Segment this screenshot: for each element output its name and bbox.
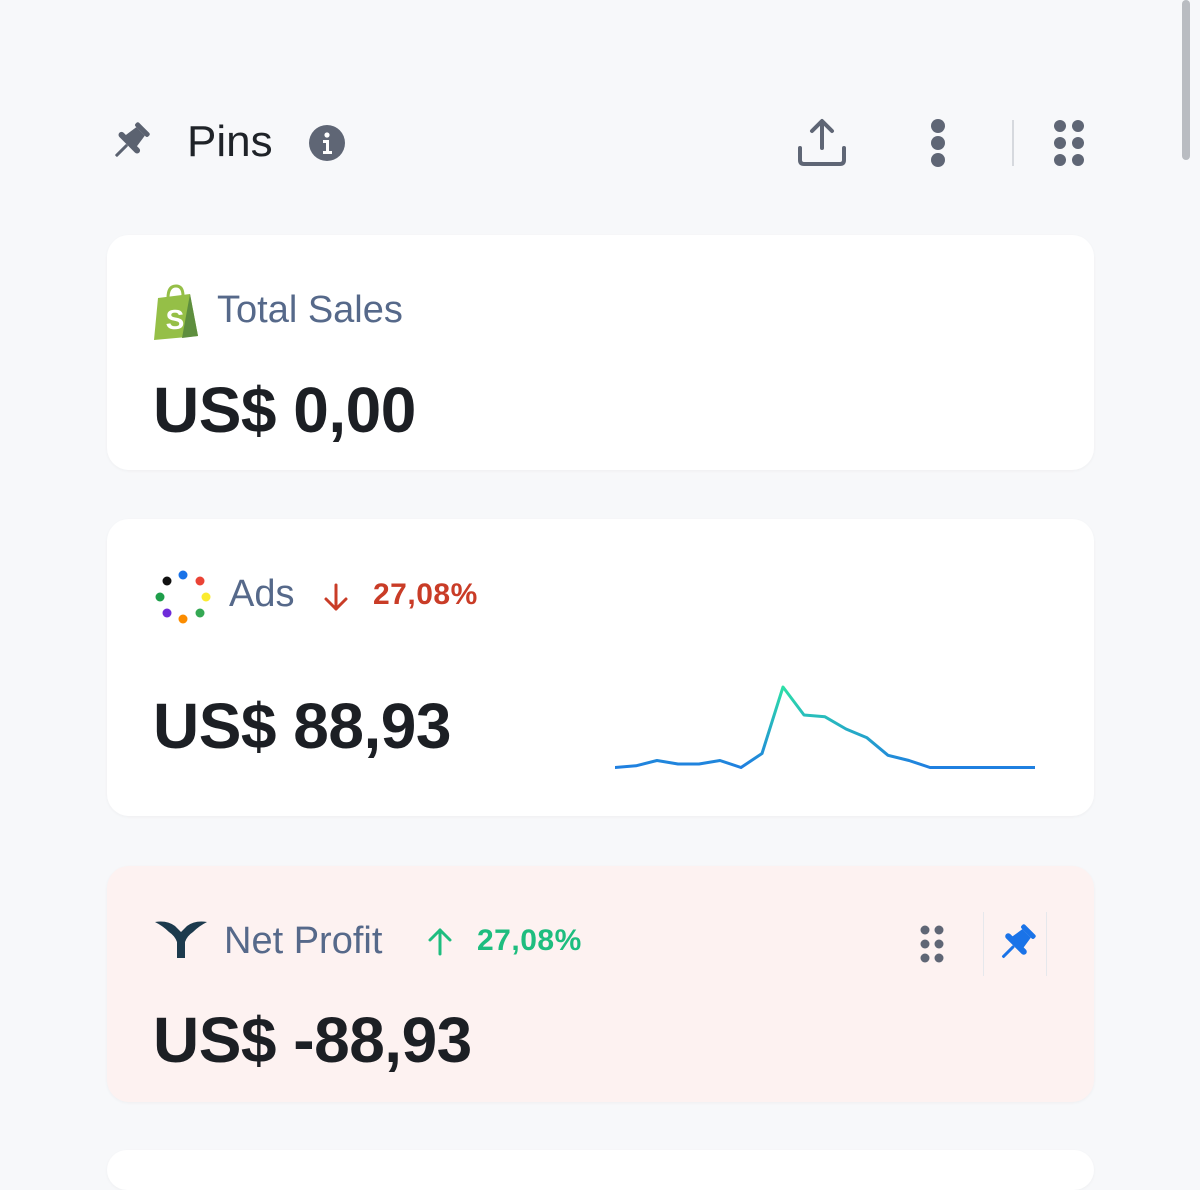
- more-vertical-icon[interactable]: [916, 114, 960, 170]
- page-title: Pins: [187, 117, 273, 166]
- arrow-down-icon: [324, 583, 348, 611]
- card-value: US$ -88,93: [153, 1004, 472, 1076]
- card-label: Total Sales: [217, 289, 403, 331]
- card-label: Ads: [229, 573, 295, 615]
- pins-header: Pins: [106, 110, 1096, 174]
- next-card[interactable]: [107, 1150, 1094, 1190]
- share-upload-icon[interactable]: [794, 114, 850, 170]
- header-divider: [1012, 120, 1014, 166]
- pin-icon: [1001, 924, 1036, 959]
- grid-dots-icon[interactable]: [1050, 114, 1090, 170]
- pin-icon: [115, 122, 150, 157]
- shopify-bag-icon: S: [154, 284, 198, 340]
- net-profit-card[interactable]: Net Profit 27,08% US$ -88,93: [107, 866, 1094, 1102]
- ads-sparkline-chart: [615, 685, 1035, 769]
- svg-text:S: S: [166, 304, 185, 335]
- info-icon[interactable]: [308, 124, 346, 162]
- total-sales-card[interactable]: S Total Sales US$ 0,00: [107, 235, 1094, 470]
- scrollbar[interactable]: [1182, 0, 1190, 160]
- ads-dots-logo-icon: [155, 570, 211, 624]
- ads-card[interactable]: Ads 27,08% US$ 88,93: [107, 519, 1094, 816]
- triple-whale-logo-icon: [155, 921, 207, 958]
- trend-percentage: 27,08%: [477, 924, 582, 957]
- sparkline-line: [615, 685, 1035, 769]
- trend-percentage: 27,08%: [373, 578, 478, 611]
- card-label: Net Profit: [224, 920, 383, 962]
- pin-toggle-button[interactable]: [983, 912, 1047, 976]
- card-value: US$ 88,93: [153, 690, 451, 762]
- drag-handle-icon[interactable]: [917, 924, 947, 964]
- card-value: US$ 0,00: [153, 374, 416, 446]
- arrow-up-icon: [428, 928, 452, 956]
